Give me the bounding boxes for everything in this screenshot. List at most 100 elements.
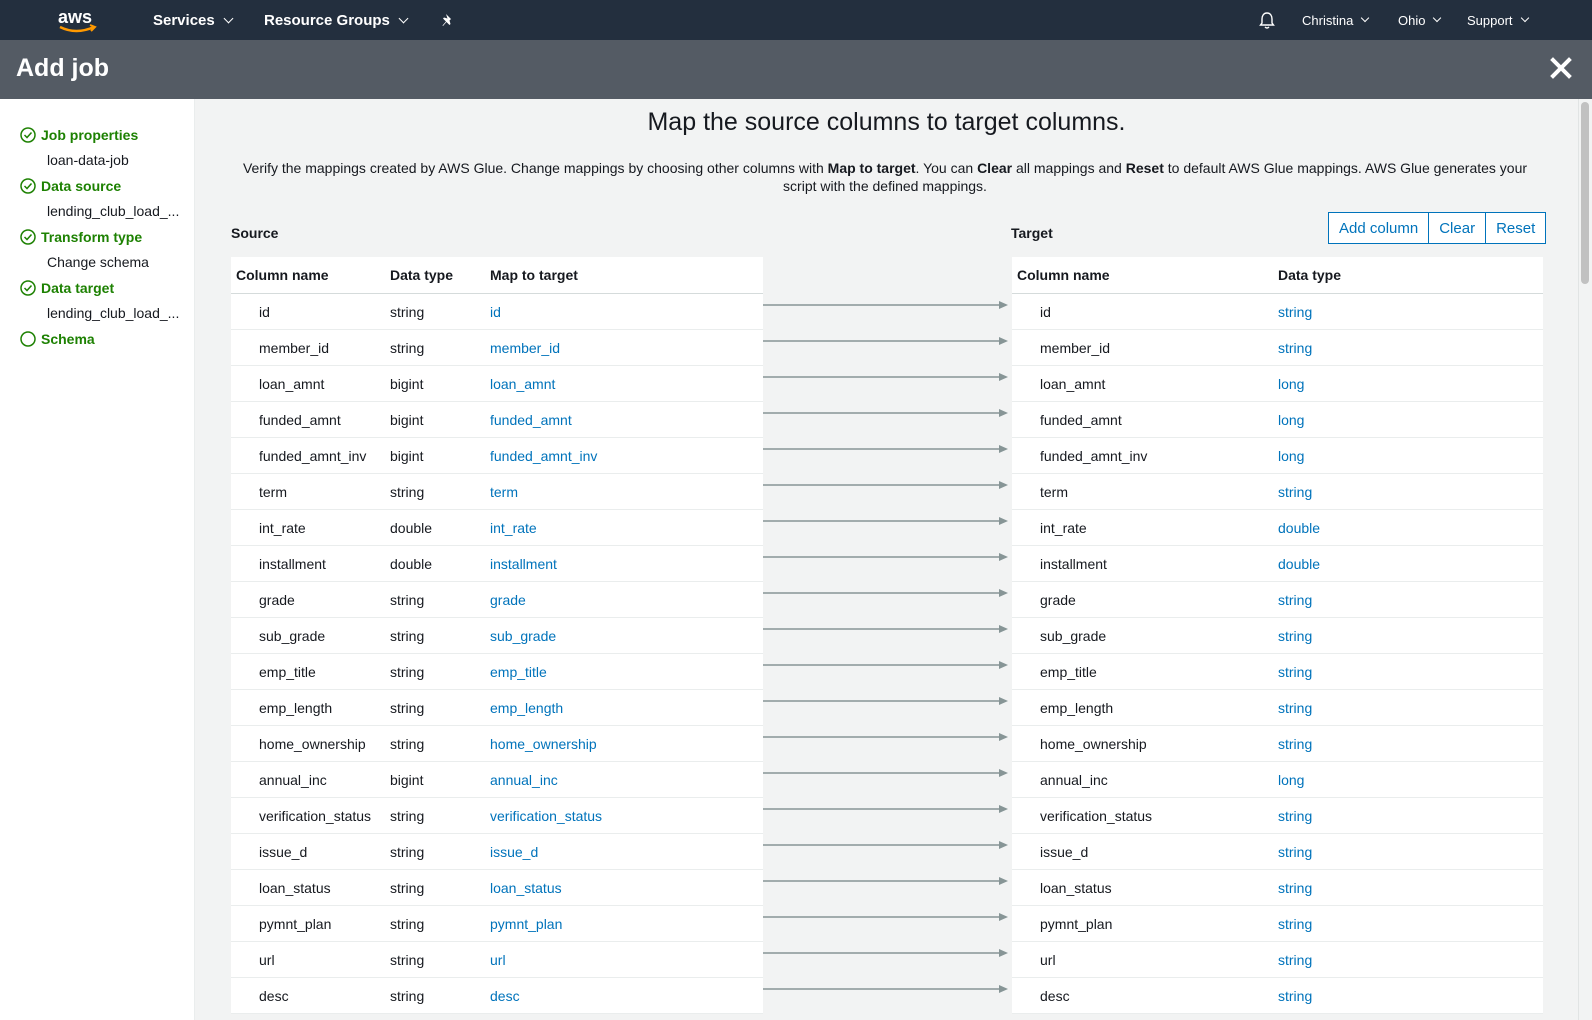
circle-icon <box>20 331 36 347</box>
aws-logo-icon[interactable]: aws <box>56 5 100 35</box>
map-to-target-link[interactable]: emp_length <box>490 700 563 716</box>
map-to-target-link[interactable]: desc <box>490 988 520 1004</box>
map-to-target-link[interactable]: funded_amnt <box>490 412 572 428</box>
table-row: verification_status string verification_st… <box>231 798 763 834</box>
clear-button[interactable]: Clear <box>1428 213 1485 243</box>
step-value: loan-data-job <box>47 152 129 168</box>
arrow-head <box>999 481 1008 489</box>
region-menu[interactable]: Ohio <box>1398 0 1442 40</box>
target-data-type-link[interactable]: string <box>1278 304 1312 320</box>
header-data-type: Data type <box>390 267 454 283</box>
map-to-target-link[interactable]: home_ownership <box>490 736 597 752</box>
services-menu[interactable]: Services <box>153 0 234 40</box>
map-to-target-link[interactable]: loan_amnt <box>490 376 555 392</box>
target-data-type-link[interactable]: string <box>1278 592 1312 608</box>
step-label: Transform type <box>41 229 143 245</box>
arrow-head <box>999 589 1008 597</box>
step-data-target[interactable]: Data target <box>20 280 114 296</box>
target-data-type-link[interactable]: string <box>1278 628 1312 644</box>
target-data-type-link[interactable]: string <box>1278 916 1312 932</box>
arrow-head <box>999 517 1008 525</box>
table-row: sub_grade string <box>1012 618 1543 654</box>
chevron-down-icon <box>1433 13 1442 23</box>
resource-groups-label: Resource Groups <box>264 11 390 29</box>
map-to-target-link[interactable]: member_id <box>490 340 560 356</box>
map-to-target-link[interactable]: grade <box>490 592 526 608</box>
source-column-name: term <box>259 483 287 500</box>
source-column-name: member_id <box>259 339 330 356</box>
chevron-down-icon <box>398 13 409 23</box>
target-data-type-link[interactable]: long <box>1278 412 1304 428</box>
target-data-type-link[interactable]: string <box>1278 952 1312 968</box>
support-menu[interactable]: Support <box>1467 0 1529 40</box>
map-to-target-link[interactable]: verification_status <box>490 808 602 824</box>
step-label: Data source <box>41 178 122 194</box>
map-to-target-link[interactable]: funded_amnt_inv <box>490 448 597 464</box>
map-to-target-link[interactable]: int_rate <box>490 520 537 536</box>
target-data-type-link[interactable]: string <box>1278 340 1312 356</box>
arrow-head <box>999 409 1008 417</box>
source-data-type: bigint <box>390 411 424 428</box>
mapping-arrows <box>763 301 1008 993</box>
target-data-type-link[interactable]: string <box>1278 736 1312 752</box>
target-data-type-link[interactable]: long <box>1278 772 1304 788</box>
source-data-type: string <box>390 987 425 1004</box>
source-column-name: loan_status <box>259 879 331 896</box>
arrow-head <box>999 877 1008 885</box>
reset-button[interactable]: Reset <box>1485 213 1545 243</box>
table-row: funded_amnt_inv bigint funded_amnt_inv <box>231 438 763 474</box>
svg-text:aws: aws <box>58 7 92 27</box>
source-column-name: grade <box>259 591 295 608</box>
target-data-type-link[interactable]: string <box>1278 700 1312 716</box>
table-row: funded_amnt_inv long <box>1012 438 1543 474</box>
map-to-target-link[interactable]: term <box>490 484 518 500</box>
target-data-type-link[interactable]: double <box>1278 556 1320 572</box>
step-job-properties[interactable]: Job properties <box>20 127 138 143</box>
scrollbar-thumb[interactable] <box>1581 102 1589 284</box>
map-to-target-link[interactable]: sub_grade <box>490 628 556 644</box>
target-data-type-link[interactable]: string <box>1278 988 1312 1004</box>
target-data-type-link[interactable]: string <box>1278 664 1312 680</box>
step-schema[interactable]: Schema <box>20 331 95 347</box>
table-row: desc string desc <box>231 978 763 1014</box>
resource-groups-menu[interactable]: Resource Groups <box>264 0 409 40</box>
target-data-type-link[interactable]: string <box>1278 880 1312 896</box>
table-row: emp_title string <box>1012 654 1543 690</box>
target-data-type-link[interactable]: string <box>1278 484 1312 500</box>
step-label: Data target <box>41 280 115 296</box>
step-data-source[interactable]: Data source <box>20 178 121 194</box>
close-icon[interactable] <box>1549 56 1573 80</box>
map-to-target-link[interactable]: loan_status <box>490 880 562 896</box>
check-circle-icon <box>20 280 36 296</box>
target-data-type-link[interactable]: string <box>1278 844 1312 860</box>
map-to-target-link[interactable]: pymnt_plan <box>490 916 562 932</box>
table-row: verification_status string <box>1012 798 1543 834</box>
map-to-target-link[interactable]: url <box>490 952 506 968</box>
arrow-head <box>999 373 1008 381</box>
target-data-type-link[interactable]: long <box>1278 448 1304 464</box>
target-column-name: url <box>1040 951 1056 968</box>
source-data-type: string <box>390 663 425 680</box>
map-to-target-link[interactable]: issue_d <box>490 844 538 860</box>
check-circle-icon <box>20 178 36 194</box>
target-column-name: emp_title <box>1040 663 1097 680</box>
map-to-target-link[interactable]: id <box>490 304 501 320</box>
table-row: id string <box>1012 294 1543 330</box>
header-map-to-target: Map to target <box>490 267 578 283</box>
add-column-button[interactable]: Add column <box>1329 213 1428 243</box>
map-to-target-link[interactable]: emp_title <box>490 664 547 680</box>
target-data-type-link[interactable]: string <box>1278 808 1312 824</box>
bell-icon[interactable] <box>1258 11 1276 30</box>
pin-icon[interactable] <box>440 12 456 28</box>
table-row: pymnt_plan string <box>1012 906 1543 942</box>
map-to-target-link[interactable]: installment <box>490 556 557 572</box>
target-column-name: sub_grade <box>1040 627 1107 644</box>
target-data-type-link[interactable]: long <box>1278 376 1304 392</box>
arrow-head <box>999 337 1008 345</box>
source-data-type: bigint <box>390 447 424 464</box>
user-menu[interactable]: Christina <box>1302 0 1370 40</box>
step-transform-type[interactable]: Transform type <box>20 229 142 245</box>
desc-bold: Clear <box>977 160 1013 176</box>
map-to-target-link[interactable]: annual_inc <box>490 772 558 788</box>
target-data-type-link[interactable]: double <box>1278 520 1320 536</box>
